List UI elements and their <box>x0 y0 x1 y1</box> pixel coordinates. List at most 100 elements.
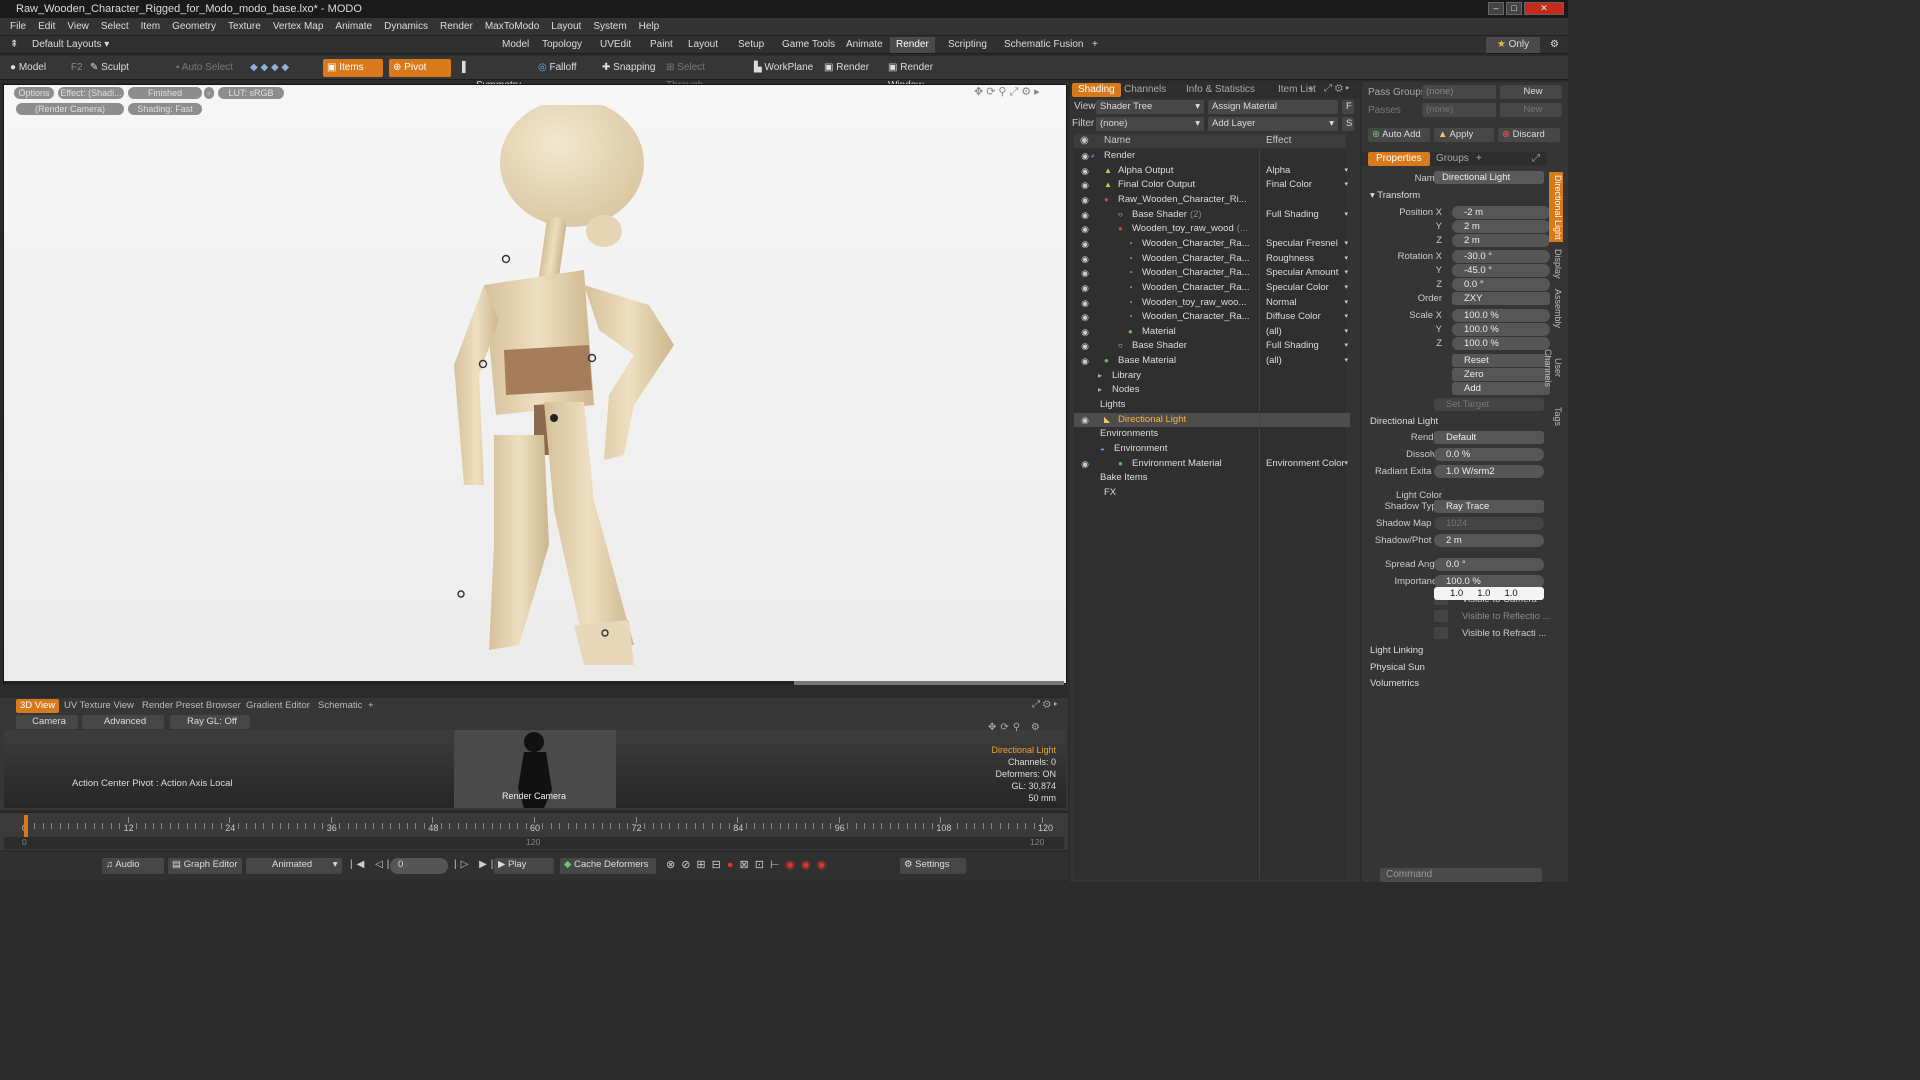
tree-row[interactable]: ◉ ○ Base Shader (2) Full Shading ▾ <box>1074 208 1350 223</box>
scale-x-field[interactable]: 100.0 % <box>1452 309 1550 322</box>
visibility-toggle[interactable]: ◉ <box>1080 354 1090 369</box>
advanced-button[interactable]: Advanced <box>82 715 164 729</box>
tree-row[interactable]: ◉ ● Wooden_toy_raw_wood (... <box>1074 222 1350 237</box>
current-frame-field[interactable]: 0 <box>390 858 448 874</box>
tab-schematic-fusion[interactable]: Schematic Fusion <box>998 37 1089 53</box>
tree-row[interactable]: Environments <box>1074 427 1350 442</box>
minimize-button[interactable]: – <box>1488 2 1504 15</box>
tab-topology[interactable]: Topology <box>536 37 588 53</box>
name-column-header[interactable]: Name <box>1104 135 1131 146</box>
dropdown-arrow-icon[interactable]: ▾ <box>1344 178 1348 193</box>
auto-select-button[interactable]: ▪ Auto Select <box>172 59 242 77</box>
tree-row[interactable]: ◉ ● Base Material (all) ▾ <box>1074 354 1350 369</box>
menu-vertex-map[interactable]: Vertex Map <box>267 21 330 32</box>
shadow-type-dropdown[interactable]: Ray Trace <box>1434 500 1544 513</box>
only-button[interactable]: ★ Only <box>1486 37 1540 53</box>
tree-row[interactable]: FX <box>1074 486 1350 501</box>
tree-row[interactable]: ◉ ▲ Alpha Output Alpha ▾ <box>1074 164 1350 179</box>
playhead[interactable] <box>24 815 28 837</box>
tab-properties[interactable]: Properties <box>1368 152 1430 166</box>
tree-row[interactable]: ◉ ● Raw_Wooden_Character_Ri... <box>1074 193 1350 208</box>
radiant-exitance-field[interactable]: 1.0 W/srm2 <box>1434 465 1544 478</box>
dropdown-arrow-icon[interactable]: ▾ <box>1344 208 1348 223</box>
default-layouts-dropdown[interactable]: Default Layouts ▾ <box>26 37 115 53</box>
spread-angle-field[interactable]: 0.0 ° <box>1434 558 1544 571</box>
menu-view[interactable]: View <box>61 21 95 32</box>
dropdown-arrow-icon[interactable]: ▾ <box>1344 325 1348 340</box>
camera-button[interactable]: Camera <box>16 715 78 729</box>
assign-material-button[interactable]: Assign Material <box>1208 100 1338 114</box>
set-target-button[interactable]: Set Target <box>1434 398 1544 411</box>
tree-row[interactable]: Bake Items <box>1074 471 1350 486</box>
panel-options-icons[interactable]: ⤢ ⚙ ▸ <box>1324 83 1350 94</box>
sculpt-button[interactable]: ✎ Sculpt <box>86 59 160 77</box>
side-tab-directional-light[interactable]: Directional Light <box>1549 172 1563 242</box>
tree-row[interactable]: ▸ Nodes <box>1074 383 1350 398</box>
add-layout-tab-button[interactable]: + <box>1086 37 1104 53</box>
tree-row[interactable]: ◉ ◕ Render <box>1074 149 1350 164</box>
layer-effect[interactable]: Alpha <box>1266 164 1350 179</box>
tree-row[interactable]: ◉ ○ Base Shader Full Shading ▾ <box>1074 339 1350 354</box>
key-tools-icons[interactable]: ⊗⊘⊞⊟●⊠⊡⊢◉◉◉ <box>666 858 832 871</box>
dropdown-arrow-icon[interactable]: ▾ <box>1344 281 1348 296</box>
rotation-x-field[interactable]: -30.0 ° <box>1452 250 1550 263</box>
visibility-toggle[interactable]: ◉ <box>1080 310 1090 325</box>
falloff-button[interactable]: ◎ Falloff <box>534 59 594 77</box>
visibility-toggle[interactable]: ◉ <box>1080 252 1090 267</box>
timeline-ruler[interactable]: 01224364860728496108120 <box>21 813 1055 837</box>
apply-button[interactable]: ▲ Apply <box>1434 128 1494 142</box>
viewport-nav-icons[interactable]: ✥⟳⚲⤢⚙▸ <box>974 85 1043 99</box>
visibility-toggle[interactable]: ◉ <box>1080 266 1090 281</box>
home-icon[interactable]: ⇞ <box>4 37 18 53</box>
graph-editor-button[interactable]: ▤ Graph Editor <box>168 858 242 874</box>
options-pill[interactable]: Options <box>14 87 54 99</box>
render-camera-pill[interactable]: (Render Camera) <box>16 103 124 115</box>
zero-dropdown[interactable]: Zero <box>1452 368 1550 381</box>
visibility-toggle[interactable]: ◉ <box>1080 325 1090 340</box>
layer-effect[interactable]: Full Shading <box>1266 339 1350 354</box>
command-input[interactable]: Command <box>1380 868 1542 882</box>
layer-effect[interactable]: Environment Color <box>1266 457 1350 472</box>
dropdown-arrow-icon[interactable]: ▾ <box>1344 237 1348 252</box>
menu-maxtomodo[interactable]: MaxToModo <box>479 21 545 32</box>
workplane-button[interactable]: ▙ WorkPlane <box>750 59 816 77</box>
dropdown-arrow-icon[interactable]: ▾ <box>1344 354 1348 369</box>
menu-system[interactable]: System <box>587 21 632 32</box>
shadow-photon-field[interactable]: 2 m <box>1434 534 1544 547</box>
dropdown-arrow-icon[interactable]: ▾ <box>1344 266 1348 281</box>
light-linking-section[interactable]: Light Linking <box>1370 645 1423 656</box>
shader-tree-dropdown[interactable]: Shader Tree ▾ <box>1096 100 1204 114</box>
tab-groups[interactable]: Groups <box>1436 153 1469 164</box>
panel-options-icons[interactable]: ⤢ <box>1532 153 1540 164</box>
tab-paint[interactable]: Paint <box>644 37 679 53</box>
side-tab-display[interactable]: Display <box>1549 246 1563 282</box>
dropdown-arrow-icon[interactable]: ▾ <box>1344 310 1348 325</box>
layer-effect[interactable]: (all) <box>1266 325 1350 340</box>
tree-row[interactable]: Lights <box>1074 398 1350 413</box>
visibility-toggle[interactable]: ◉ <box>1080 222 1090 237</box>
dropdown-arrow-icon[interactable]: ▾ <box>1344 339 1348 354</box>
new-pass-button[interactable]: New <box>1500 103 1562 117</box>
layer-effect[interactable]: Final Color <box>1266 178 1350 193</box>
menu-render[interactable]: Render <box>434 21 479 32</box>
f-button[interactable]: F <box>1342 100 1354 114</box>
dropdown-arrow-icon[interactable]: ▾ <box>1344 296 1348 311</box>
tab-layout[interactable]: Layout <box>682 37 724 53</box>
camera-nav-icons[interactable]: ✥⟳⚲ ⚙ <box>988 722 1044 733</box>
auto-add-button[interactable]: ⊕ Auto Add <box>1368 128 1430 142</box>
tab-channels[interactable]: Channels <box>1118 83 1172 97</box>
tab-3d-view[interactable]: 3D View <box>16 699 60 713</box>
volumetrics-section[interactable]: Volumetrics <box>1370 678 1419 689</box>
panel-options-icons[interactable]: ⤢ ⚙ ▸ <box>1032 699 1058 710</box>
selection-mode-icons[interactable]: ◆ ◆ ◆ ◆ <box>246 59 320 77</box>
effect-column-header[interactable]: Effect <box>1266 135 1291 146</box>
filter-dropdown[interactable]: (none) ▾ <box>1096 117 1204 131</box>
rotation-z-field[interactable]: 0.0 ° <box>1452 278 1550 291</box>
directional-light-section[interactable]: Directional Light <box>1370 416 1438 427</box>
layer-effect[interactable]: (all) <box>1266 354 1350 369</box>
viewport-hscroll[interactable] <box>4 681 1064 685</box>
tab-render-preset-browser[interactable]: Render Preset Browser <box>138 699 245 713</box>
ray-gl-button[interactable]: Ray GL: Off <box>170 715 250 729</box>
reset-dropdown[interactable]: Reset <box>1452 354 1550 367</box>
tab-scripting[interactable]: Scripting <box>942 37 993 53</box>
